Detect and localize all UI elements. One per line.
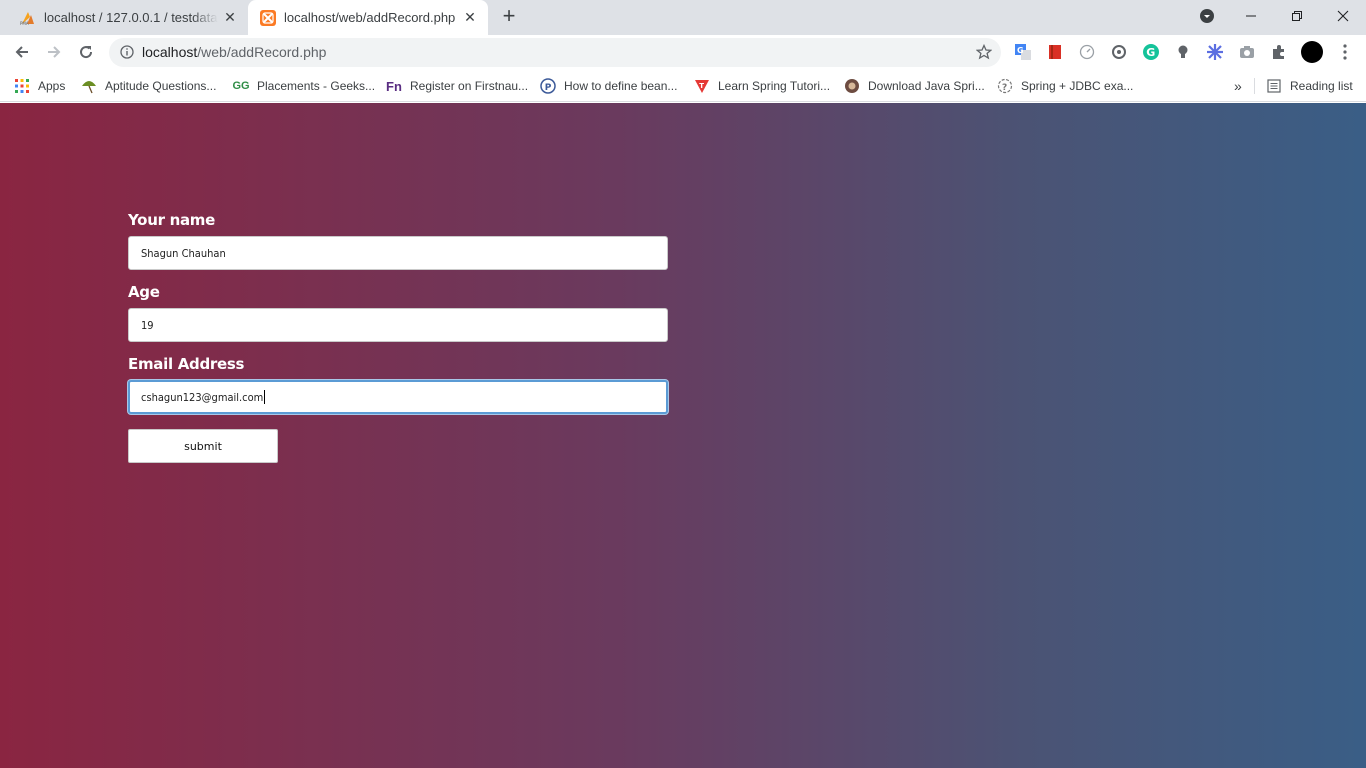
reading-list-label: Reading list — [1290, 79, 1353, 93]
apps-grid-icon — [14, 78, 30, 94]
name-input-value: Shagun Chauhan — [141, 246, 226, 260]
tab-phpmyadmin[interactable]: PMA localhost / 127.0.0.1 / testdatabase… — [8, 0, 248, 35]
bookmark-spring-jdbc[interactable]: ? Spring + JDBC exa... — [997, 76, 1133, 96]
lightbulb-icon[interactable] — [1174, 43, 1192, 61]
bookmark-label: Spring + JDBC exa... — [1021, 79, 1134, 93]
bookmarks-divider — [1254, 78, 1255, 94]
age-input[interactable]: 19 — [128, 308, 668, 342]
bookmark-bean[interactable]: P How to define bean... — [540, 76, 677, 96]
info-icon[interactable] — [120, 45, 134, 59]
email-input-value: cshagun123@gmail.com — [141, 390, 264, 404]
restore-button[interactable] — [1274, 0, 1320, 32]
fn-icon: Fn — [386, 78, 402, 94]
email-label: Email Address — [128, 355, 245, 373]
reading-list-button[interactable]: Reading list — [1266, 76, 1353, 96]
tab-strip: PMA localhost / 127.0.0.1 / testdatabase… — [0, 0, 1366, 35]
name-input[interactable]: Shagun Chauhan — [128, 236, 668, 270]
bookmark-label: Placements - Geeks... — [257, 79, 376, 93]
bookmark-label: Learn Spring Tutori... — [718, 79, 831, 93]
bookmark-apps[interactable]: Apps — [14, 76, 65, 96]
minimize-button[interactable] — [1228, 0, 1274, 32]
tab-addrecord[interactable]: localhost/web/addRecord.php ✕ — [248, 0, 488, 35]
bookmark-label: Apps — [38, 79, 66, 93]
text-caret — [264, 390, 266, 404]
address-bar[interactable]: localhost/web/addRecord.php — [109, 38, 1001, 67]
bookmark-star-icon[interactable] — [976, 44, 992, 60]
chevron-down-icon — [1200, 9, 1214, 23]
svg-text:?: ? — [1002, 83, 1007, 93]
gfg-icon: GG — [232, 80, 250, 92]
menu-icon[interactable] — [1336, 43, 1354, 61]
bookmark-label: Download Java Spri... — [868, 79, 985, 93]
coffee-icon — [844, 78, 860, 94]
bookmark-label: Register on Firstnau... — [410, 79, 529, 93]
back-button[interactable] — [8, 38, 36, 66]
new-tab-button[interactable]: + — [498, 5, 520, 28]
svg-text:G: G — [1017, 46, 1024, 55]
close-icon[interactable]: ✕ — [462, 9, 478, 25]
svg-text:P: P — [545, 83, 552, 93]
book-extension-icon[interactable] — [1046, 43, 1064, 61]
tab-title: localhost / 127.0.0.1 / testdatabase — [44, 10, 218, 25]
umbrella-icon — [81, 78, 97, 94]
url-path: /web/addRecord.php — [197, 44, 327, 60]
page-background: Your name Shagun Chauhan Age 19 Email Ad… — [0, 103, 1366, 768]
arrow-right-icon — [48, 46, 61, 58]
tab-title: localhost/web/addRecord.php — [284, 10, 456, 25]
bookmark-download-java[interactable]: Download Java Spri... — [844, 76, 985, 96]
svg-text:PMA: PMA — [20, 21, 29, 25]
browser-toolbar: localhost/web/addRecord.php G G — [0, 35, 1366, 70]
reload-icon — [80, 46, 93, 59]
xampp-icon — [260, 9, 276, 26]
p-icon: P — [540, 78, 556, 94]
submit-button[interactable]: submit — [128, 429, 278, 463]
avatar[interactable] — [1300, 40, 1324, 64]
bookmarks-bar: Apps Aptitude Questions... GG Placements… — [0, 70, 1366, 102]
bookmark-label: Aptitude Questions... — [105, 79, 217, 93]
google-translate-icon[interactable]: G — [1014, 43, 1032, 61]
age-input-value: 19 — [141, 318, 154, 332]
forward-button[interactable] — [40, 38, 68, 66]
asterisk-extension-icon[interactable] — [1206, 43, 1224, 61]
reload-button[interactable] — [72, 38, 100, 66]
more-bookmarks-button[interactable]: » — [1234, 76, 1242, 96]
arrow-left-icon — [15, 46, 28, 58]
bookmark-geeks[interactable]: GG Placements - Geeks... — [232, 76, 376, 96]
grammarly-icon[interactable]: G — [1142, 43, 1160, 61]
question-icon: ? — [997, 78, 1013, 94]
camera-icon[interactable] — [1238, 43, 1256, 61]
bookmark-aptitude[interactable]: Aptitude Questions... — [81, 76, 216, 96]
circle-extension-icon[interactable] — [1110, 43, 1128, 61]
svg-text:G: G — [1146, 46, 1155, 59]
url-host: localhost — [142, 44, 198, 60]
svg-text:T: T — [699, 82, 704, 90]
tab-search-button[interactable] — [1184, 0, 1230, 32]
age-label: Age — [128, 283, 160, 301]
reading-list-icon — [1266, 78, 1282, 94]
bookmark-label: How to define bean... — [564, 79, 678, 93]
phpmyadmin-icon: PMA — [20, 10, 36, 26]
email-input[interactable]: cshagun123@gmail.com — [128, 380, 668, 414]
puzzle-icon[interactable] — [1270, 43, 1288, 61]
url-text: localhost/web/addRecord.php — [142, 44, 326, 60]
close-icon[interactable]: ✕ — [222, 9, 238, 25]
close-window-button[interactable] — [1320, 0, 1366, 32]
speed-dial-icon[interactable] — [1078, 43, 1096, 61]
name-label: Your name — [128, 211, 215, 229]
t-icon: T — [694, 78, 710, 94]
bookmark-spring-tutorial[interactable]: T Learn Spring Tutori... — [694, 76, 830, 96]
bookmark-firstnaukri[interactable]: Fn Register on Firstnau... — [386, 76, 528, 96]
